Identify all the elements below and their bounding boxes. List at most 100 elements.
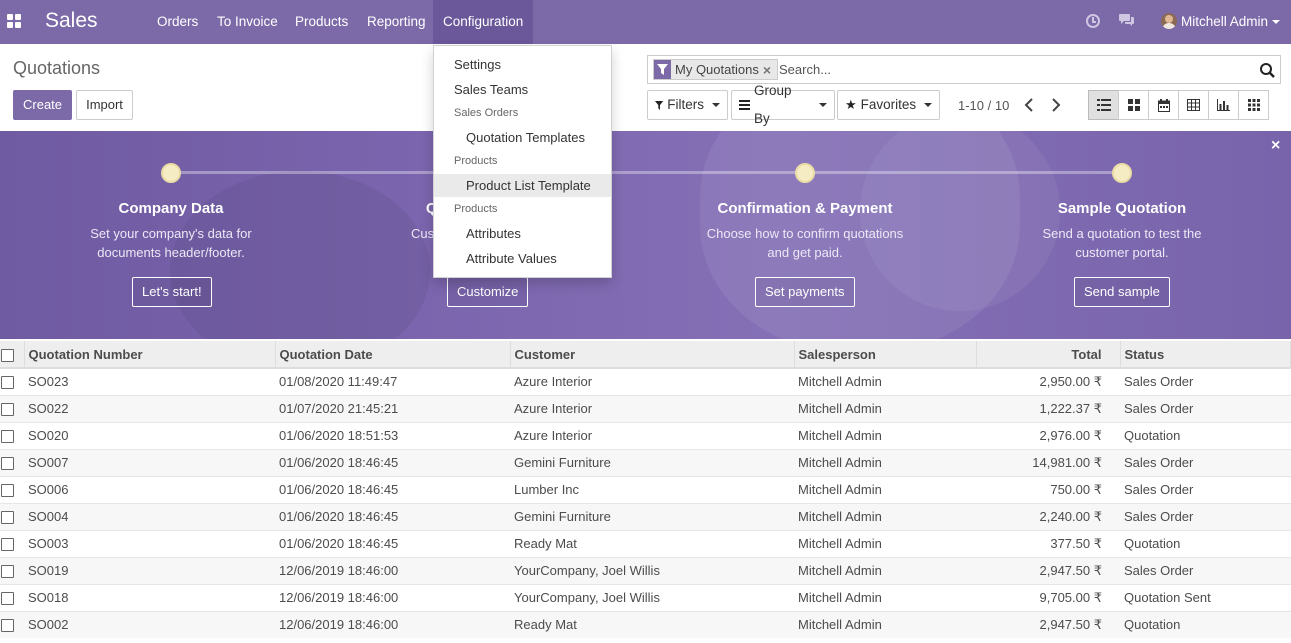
- menu-item-attribute-values[interactable]: Attribute Values: [434, 247, 611, 270]
- row-checkbox[interactable]: [1, 457, 14, 471]
- column-header-date[interactable]: Quotation Date: [275, 341, 511, 369]
- list-view-button[interactable]: [1088, 90, 1119, 120]
- row-checkbox-cell[interactable]: [0, 502, 24, 530]
- lets-start-button[interactable]: Let's start!: [132, 277, 212, 307]
- user-menu-caret-icon[interactable]: [1272, 20, 1280, 24]
- cell-customer: Azure Interior: [510, 367, 794, 395]
- set-payments-button[interactable]: Set payments: [755, 277, 855, 307]
- menu-item-attributes[interactable]: Attributes: [434, 222, 611, 245]
- menu-reporting[interactable]: Reporting: [357, 0, 436, 44]
- row-checkbox-cell[interactable]: [0, 529, 24, 557]
- table-row[interactable]: SO022 01/07/2020 21:45:21 Azure Interior Mi…: [0, 394, 1291, 422]
- cell-customer: Gemini Furniture: [510, 502, 794, 530]
- row-checkbox[interactable]: [1, 376, 14, 390]
- select-all-checkbox[interactable]: [1, 348, 14, 362]
- row-checkbox[interactable]: [1, 538, 14, 552]
- pager-previous-icon[interactable]: [1021, 96, 1037, 114]
- user-name[interactable]: Mitchell Admin: [1181, 14, 1268, 29]
- select-all-checkbox-cell[interactable]: [0, 341, 25, 369]
- row-checkbox-cell[interactable]: [0, 583, 24, 611]
- menu-item-settings[interactable]: Settings: [434, 53, 611, 76]
- cell-total: 9,705.00 ₹: [976, 583, 1120, 611]
- row-checkbox[interactable]: [1, 403, 14, 417]
- remove-facet-icon[interactable]: ×: [763, 62, 775, 78]
- row-checkbox[interactable]: [1, 511, 14, 525]
- menu-item-sales-teams[interactable]: Sales Teams: [434, 78, 611, 101]
- row-checkbox-cell[interactable]: [0, 394, 24, 422]
- pager-next-icon[interactable]: [1048, 96, 1064, 114]
- apps-menu-icon[interactable]: [7, 14, 21, 28]
- activity-view-button[interactable]: [1238, 90, 1269, 120]
- cell-salesperson: Mitchell Admin: [794, 556, 976, 584]
- cell-salesperson: Mitchell Admin: [794, 448, 976, 476]
- filters-button[interactable]: Filters: [647, 90, 728, 120]
- favorites-button[interactable]: ★ Favorites: [837, 90, 940, 120]
- table-row[interactable]: SO002 12/06/2019 18:46:00 Ready Mat Mitchel…: [0, 610, 1291, 638]
- column-header-status[interactable]: Status: [1120, 341, 1291, 369]
- group-by-label: Group By: [754, 83, 792, 126]
- search-input[interactable]: [779, 59, 1249, 80]
- create-button[interactable]: Create: [13, 90, 72, 120]
- table-row[interactable]: SO018 12/06/2019 18:46:00 YourCompany, Joe…: [0, 583, 1291, 611]
- row-checkbox[interactable]: [1, 565, 14, 579]
- cell-status: Sales Order: [1120, 367, 1291, 395]
- close-banner-icon[interactable]: ×: [1271, 137, 1280, 155]
- menu-to-invoice[interactable]: To Invoice: [207, 0, 288, 44]
- column-header-total[interactable]: Total: [976, 341, 1121, 369]
- calendar-view-button[interactable]: [1148, 90, 1179, 120]
- table-row[interactable]: SO006 01/06/2020 18:46:45 Lumber Inc Mitche…: [0, 475, 1291, 503]
- row-checkbox[interactable]: [1, 484, 14, 498]
- column-header-number[interactable]: Quotation Number: [24, 341, 276, 369]
- cell-quotation-number: SO007: [24, 448, 275, 476]
- menu-section-products: Products: [454, 155, 498, 167]
- cell-customer: YourCompany, Joel Willis: [510, 556, 794, 584]
- row-checkbox[interactable]: [1, 619, 14, 633]
- activities-clock-icon[interactable]: [1086, 14, 1100, 28]
- caret-down-icon: [819, 103, 827, 107]
- table-row[interactable]: SO007 01/06/2020 18:46:45 Gemini Furniture…: [0, 448, 1291, 476]
- kanban-view-button[interactable]: [1118, 90, 1149, 120]
- cell-customer: YourCompany, Joel Willis: [510, 583, 794, 611]
- row-checkbox-cell[interactable]: [0, 367, 24, 395]
- row-checkbox-cell[interactable]: [0, 448, 24, 476]
- pivot-view-button[interactable]: [1178, 90, 1209, 120]
- customize-button[interactable]: Customize: [447, 277, 529, 307]
- menu-item-quotation-templates[interactable]: Quotation Templates: [434, 126, 611, 149]
- user-avatar[interactable]: [1161, 13, 1177, 29]
- cell-total: 2,240.00 ₹: [976, 502, 1120, 530]
- table-row[interactable]: SO003 01/06/2020 18:46:45 Ready Mat Mitchel…: [0, 529, 1291, 557]
- menu-orders[interactable]: Orders: [147, 0, 208, 44]
- top-navbar: Sales Orders To Invoice Products Reporti…: [0, 0, 1291, 44]
- table-row[interactable]: SO023 01/08/2020 11:49:47 Azure Interior Mi…: [0, 367, 1291, 395]
- table-row[interactable]: SO019 12/06/2019 18:46:00 YourCompany, Joe…: [0, 556, 1291, 584]
- row-checkbox[interactable]: [1, 430, 14, 444]
- bar-chart-icon: [1217, 99, 1230, 111]
- row-checkbox-cell[interactable]: [0, 610, 24, 638]
- search-facet-label: My Quotations: [675, 62, 759, 77]
- messages-chat-icon[interactable]: [1119, 13, 1135, 27]
- menu-item-product-list-template[interactable]: Product List Template: [434, 174, 611, 197]
- configuration-dropdown: Settings Sales Teams Sales Orders Quotat…: [433, 45, 612, 278]
- group-by-button[interactable]: Group By: [731, 83, 835, 126]
- cell-quotation-date: 01/06/2020 18:46:45: [275, 529, 510, 557]
- menu-products[interactable]: Products: [285, 0, 358, 44]
- pager-value[interactable]: 1-10 / 10: [958, 98, 1009, 113]
- row-checkbox-cell[interactable]: [0, 421, 24, 449]
- import-button[interactable]: Import: [76, 90, 133, 120]
- send-sample-button[interactable]: Send sample: [1074, 277, 1170, 307]
- step-title: Sample Quotation: [1057, 200, 1187, 217]
- menu-configuration[interactable]: Configuration: [433, 0, 534, 44]
- graph-view-button[interactable]: [1208, 90, 1239, 120]
- table-row[interactable]: SO020 01/06/2020 18:51:53 Azure Interior Mi…: [0, 421, 1291, 449]
- column-header-customer[interactable]: Customer: [510, 341, 795, 369]
- row-checkbox-cell[interactable]: [0, 556, 24, 584]
- row-checkbox[interactable]: [1, 592, 14, 606]
- cell-quotation-date: 01/07/2020 21:45:21: [275, 394, 510, 422]
- search-icon[interactable]: [1259, 62, 1275, 78]
- caret-down-icon: [712, 103, 720, 107]
- row-checkbox-cell[interactable]: [0, 475, 24, 503]
- step-title: Company Data: [118, 200, 224, 217]
- cell-customer: Ready Mat: [510, 610, 794, 638]
- column-header-salesperson[interactable]: Salesperson: [794, 341, 977, 369]
- table-row[interactable]: SO004 01/06/2020 18:46:45 Gemini Furniture…: [0, 502, 1291, 530]
